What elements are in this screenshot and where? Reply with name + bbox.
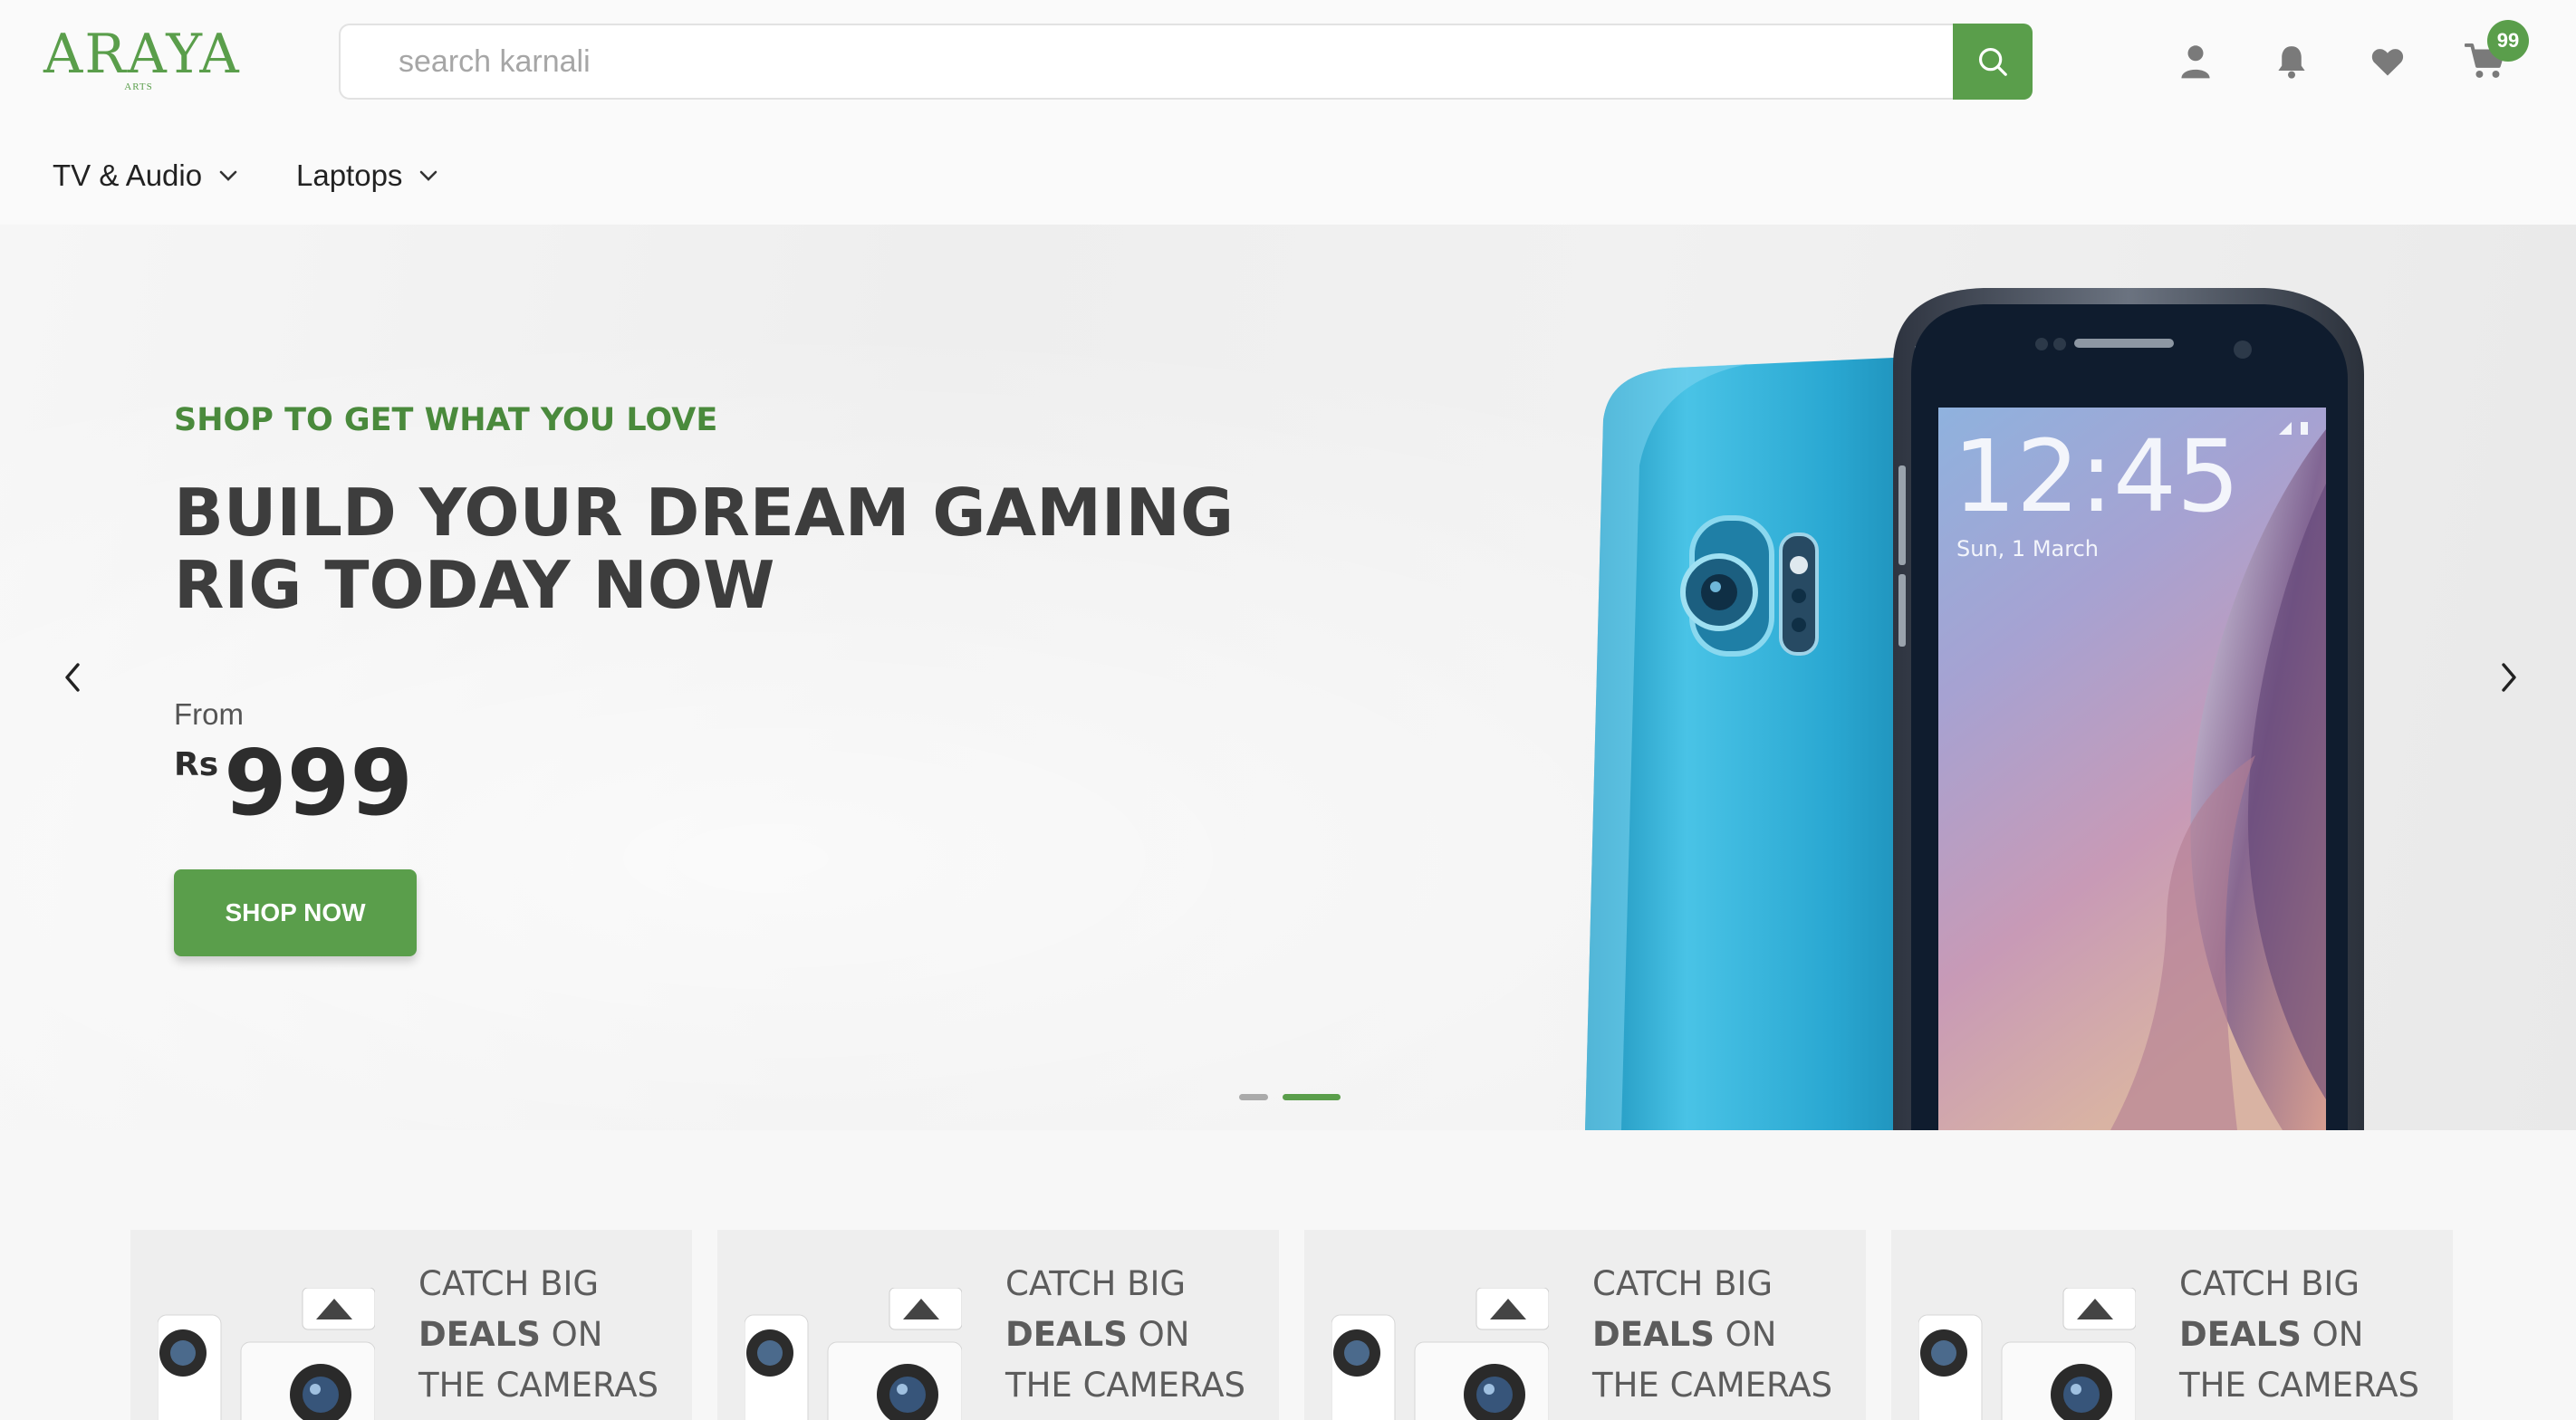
- promo-line3: THE CAMERAS: [2179, 1366, 2420, 1405]
- chevron-right-icon: [2502, 663, 2516, 692]
- hero-tagline: SHOP TO GET WHAT YOU LOVE: [174, 402, 718, 438]
- promo-line2-bold: DEALS: [418, 1315, 541, 1354]
- site-header: ARAYA ARTS 99 TV & Audio Laptops: [0, 0, 2576, 225]
- search-input[interactable]: [339, 24, 1958, 100]
- promo-line2-bold: DEALS: [2179, 1315, 2302, 1354]
- carousel-dots: [1239, 1092, 1341, 1101]
- price-value: 999: [224, 730, 413, 836]
- promo-card-text: CATCH BIG DEALS ON THE CAMERAS: [2179, 1259, 2451, 1411]
- promo-line2-rest: ON: [2301, 1315, 2364, 1354]
- promo-line2: DEALS ON: [1592, 1310, 1864, 1360]
- promo-card[interactable]: CATCH BIG DEALS ON THE CAMERAS: [1891, 1230, 2453, 1420]
- phone-date: Sun, 1 March: [1956, 536, 2099, 561]
- promo-card[interactable]: CATCH BIG DEALS ON THE CAMERAS: [130, 1230, 692, 1420]
- cart-count-badge: 99: [2487, 20, 2529, 62]
- promo-line2-bold: DEALS: [1592, 1315, 1715, 1354]
- promo-card[interactable]: CATCH BIG DEALS ON THE CAMERAS: [1304, 1230, 1866, 1420]
- notifications-button[interactable]: [2266, 36, 2317, 87]
- promo-line2: DEALS ON: [418, 1310, 690, 1360]
- promo-card-text: CATCH BIG DEALS ON THE CAMERAS: [1592, 1259, 1864, 1411]
- category-nav: TV & Audio Laptops: [0, 149, 543, 203]
- hero-headline: BUILD YOUR DREAM GAMING RIG TODAY NOW: [174, 476, 1315, 621]
- promo-card[interactable]: CATCH BIG DEALS ON THE CAMERAS: [717, 1230, 1279, 1420]
- chevron-down-icon: [418, 169, 438, 182]
- nav-item-label: Laptops: [296, 158, 403, 192]
- wishlist-button[interactable]: [2362, 36, 2413, 87]
- hero-product-image: 12:45 Sun, 1 March: [1585, 288, 2364, 1130]
- phone-clock: 12:45: [1953, 418, 2240, 534]
- hero-price: Rs 999: [174, 734, 413, 833]
- carousel-prev-button[interactable]: [45, 650, 100, 705]
- promo-card-text: CATCH BIG DEALS ON THE CAMERAS: [418, 1259, 690, 1411]
- promo-line2-bold: DEALS: [1005, 1315, 1128, 1354]
- camera-product-image: [1331, 1288, 1549, 1420]
- camera-product-image: [1918, 1288, 2136, 1420]
- heart-icon: [2371, 49, 2404, 76]
- nav-item-laptops[interactable]: Laptops: [296, 149, 438, 203]
- nav-item-label: TV & Audio: [53, 158, 203, 192]
- bell-icon: [2278, 46, 2305, 79]
- promo-line1: CATCH BIG: [1005, 1264, 1187, 1303]
- brand-name: ARAYA: [43, 23, 241, 86]
- camera-product-image: [158, 1288, 375, 1420]
- hero-headline-line2: RIG TODAY NOW: [174, 547, 775, 623]
- promo-line1: CATCH BIG: [418, 1264, 600, 1303]
- promo-line1: CATCH BIG: [1592, 1264, 1773, 1303]
- carousel-next-button[interactable]: [2482, 650, 2536, 705]
- user-icon: [2181, 45, 2210, 79]
- promo-line3: THE CAMERAS: [418, 1366, 659, 1405]
- camera-product-image: [745, 1288, 962, 1420]
- carousel-dot-1[interactable]: [1239, 1093, 1268, 1100]
- promo-card-text: CATCH BIG DEALS ON THE CAMERAS: [1005, 1259, 1277, 1411]
- nav-item-tv-audio[interactable]: TV & Audio: [53, 149, 238, 203]
- promo-line2: DEALS ON: [1005, 1310, 1277, 1360]
- carousel-dot-2-active[interactable]: [1283, 1093, 1341, 1100]
- chevron-left-icon: [65, 663, 80, 692]
- search-bar: [339, 24, 2033, 100]
- hero-carousel: SHOP TO GET WHAT YOU LOVE BUILD YOUR DRE…: [0, 225, 2576, 1130]
- promo-line3: THE CAMERAS: [1592, 1366, 1833, 1405]
- account-button[interactable]: [2170, 36, 2221, 87]
- price-currency: Rs: [174, 746, 219, 783]
- price-from-label: From: [174, 697, 244, 731]
- promo-line2-rest: ON: [1127, 1315, 1190, 1354]
- promo-line2-rest: ON: [1714, 1315, 1777, 1354]
- search-button[interactable]: [1953, 24, 2033, 100]
- brand-logo[interactable]: ARAYA ARTS: [43, 22, 241, 94]
- promo-line2-rest: ON: [540, 1315, 603, 1354]
- promo-line1: CATCH BIG: [2179, 1264, 2360, 1303]
- hero-headline-line1: BUILD YOUR DREAM GAMING: [174, 475, 1235, 551]
- promo-cards-section: CATCH BIG DEALS ON THE CAMERAS CATCH BIG…: [0, 1130, 2576, 1420]
- promo-line2: DEALS ON: [2179, 1310, 2451, 1360]
- shop-now-button[interactable]: SHOP NOW: [174, 869, 417, 956]
- promo-line3: THE CAMERAS: [1005, 1366, 1246, 1405]
- search-icon: [1978, 47, 2007, 76]
- chevron-down-icon: [218, 169, 238, 182]
